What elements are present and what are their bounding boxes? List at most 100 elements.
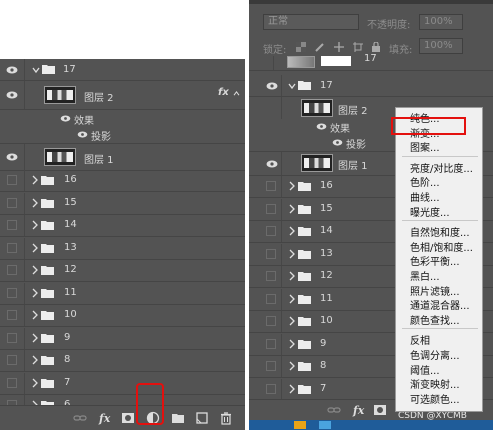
chevron-right-icon[interactable] <box>288 361 296 371</box>
menu-item[interactable]: 曝光度... <box>410 204 450 219</box>
move-icon[interactable] <box>334 42 344 52</box>
eye-icon[interactable] <box>60 115 71 122</box>
eye-icon[interactable] <box>6 153 18 161</box>
layer-row-partial[interactable]: 17 <box>249 53 493 71</box>
visibility-checkbox[interactable] <box>266 316 276 326</box>
chevron-right-icon[interactable] <box>31 198 39 208</box>
eye-icon[interactable] <box>266 82 278 90</box>
chevron-right-icon[interactable] <box>31 265 39 275</box>
chevron-right-icon[interactable] <box>31 288 39 298</box>
visibility-checkbox[interactable] <box>7 265 17 275</box>
menu-item[interactable]: 通道混合器... <box>410 297 470 312</box>
visibility-checkbox[interactable] <box>7 377 17 388</box>
visibility-checkbox[interactable] <box>7 355 17 365</box>
effects-row[interactable]: 效果 <box>0 110 245 127</box>
opacity-field[interactable]: 100% <box>419 14 463 30</box>
fill-field[interactable]: 100% <box>419 38 463 54</box>
eye-icon[interactable] <box>77 131 88 138</box>
eye-icon[interactable] <box>266 160 278 168</box>
menu-item[interactable]: 黑白... <box>410 268 440 283</box>
menu-item[interactable]: 颜色查找... <box>410 312 460 327</box>
brush-icon[interactable] <box>315 42 325 52</box>
visibility-checkbox[interactable] <box>7 220 17 230</box>
layer-group-row[interactable]: 8 <box>0 350 245 372</box>
folder-icon[interactable] <box>171 411 185 425</box>
menu-item[interactable]: 色阶... <box>410 174 440 189</box>
layer-group-row[interactable]: 12 <box>0 260 245 282</box>
menu-item[interactable]: 反相 <box>410 332 430 347</box>
mask-icon[interactable] <box>373 403 387 417</box>
lock-icon[interactable] <box>371 42 381 52</box>
layer-group-17[interactable]: 17 <box>0 59 245 81</box>
visibility-checkbox[interactable] <box>7 197 17 208</box>
chevron-right-icon[interactable] <box>288 249 296 259</box>
eye-icon[interactable] <box>6 66 18 74</box>
fx-icon[interactable]: fx <box>98 411 112 425</box>
menu-item[interactable]: 色调分离... <box>410 347 460 362</box>
fx-icon[interactable]: fx <box>352 403 366 417</box>
menu-item[interactable]: 色彩平衡... <box>410 253 460 268</box>
visibility-checkbox[interactable] <box>7 287 17 298</box>
visibility-checkbox[interactable] <box>266 271 276 281</box>
visibility-checkbox[interactable] <box>7 310 17 320</box>
visibility-checkbox[interactable] <box>266 338 276 349</box>
layer-group-row[interactable]: 13 <box>0 237 245 260</box>
menu-item[interactable]: 色相/饱和度... <box>410 239 473 254</box>
drop-shadow-row[interactable]: 投影 <box>0 127 245 144</box>
chevron-right-icon[interactable] <box>288 384 296 394</box>
layer-group-row[interactable]: 16 <box>0 170 245 192</box>
menu-item[interactable]: 可选颜色... <box>410 391 460 406</box>
layer-group-row[interactable]: 9 <box>0 327 245 350</box>
layer-group-row[interactable]: 10 <box>0 305 245 327</box>
blend-mode-select[interactable]: 正常 <box>263 14 359 30</box>
trash-icon[interactable] <box>219 411 233 425</box>
chevron-right-icon[interactable] <box>288 181 296 191</box>
layer-group-row[interactable]: 11 <box>0 282 245 305</box>
layer-1[interactable]: 图层 1 <box>0 144 245 171</box>
menu-item[interactable]: 渐变映射... <box>410 376 460 391</box>
chevron-down-icon[interactable] <box>288 81 296 91</box>
artboard-icon[interactable] <box>353 42 363 52</box>
chevron-right-icon[interactable] <box>288 316 296 326</box>
eye-icon[interactable] <box>332 139 343 146</box>
menu-item[interactable]: 照片滤镜... <box>410 283 460 298</box>
visibility-checkbox[interactable] <box>266 226 276 236</box>
layer-group-17[interactable]: 17 <box>249 75 493 97</box>
visibility-checkbox[interactable] <box>266 293 276 304</box>
visibility-checkbox[interactable] <box>266 248 276 259</box>
visibility-checkbox[interactable] <box>266 361 276 371</box>
menu-item[interactable]: 图案... <box>410 139 440 154</box>
visibility-checkbox[interactable] <box>266 203 276 214</box>
link-icon[interactable] <box>73 411 87 425</box>
layer-2[interactable]: 图层 2 fx <box>0 81 245 110</box>
visibility-checkbox[interactable] <box>7 242 17 253</box>
visibility-checkbox[interactable] <box>7 332 17 343</box>
menu-item[interactable]: 亮度/对比度... <box>410 160 473 175</box>
chevron-down-icon[interactable] <box>32 65 40 75</box>
new-layer-icon[interactable] <box>195 411 209 425</box>
menu-item[interactable]: 自然饱和度... <box>410 224 470 239</box>
chevron-right-icon[interactable] <box>31 310 39 320</box>
chevron-right-icon[interactable] <box>288 271 296 281</box>
menu-item[interactable]: 阈值... <box>410 362 440 377</box>
link-icon[interactable] <box>327 403 341 417</box>
mask-icon[interactable] <box>121 411 135 425</box>
layer-group-row[interactable]: 14 <box>0 215 245 237</box>
visibility-checkbox[interactable] <box>266 181 276 191</box>
eye-icon[interactable] <box>6 91 18 99</box>
eye-icon[interactable] <box>316 123 327 130</box>
chevron-right-icon[interactable] <box>31 175 39 185</box>
chevron-up-icon[interactable] <box>233 91 240 96</box>
layer-group-row[interactable]: 15 <box>0 192 245 215</box>
chevron-right-icon[interactable] <box>288 294 296 304</box>
fx-badge[interactable]: fx <box>218 87 229 98</box>
chevron-right-icon[interactable] <box>31 243 39 253</box>
chevron-right-icon[interactable] <box>288 339 296 349</box>
chevron-right-icon[interactable] <box>31 220 39 230</box>
lock-transparent-icon[interactable] <box>296 42 306 52</box>
chevron-right-icon[interactable] <box>288 226 296 236</box>
visibility-checkbox[interactable] <box>266 383 276 394</box>
chevron-right-icon[interactable] <box>31 378 39 388</box>
menu-item[interactable]: 曲线... <box>410 189 440 204</box>
chevron-right-icon[interactable] <box>288 204 296 214</box>
